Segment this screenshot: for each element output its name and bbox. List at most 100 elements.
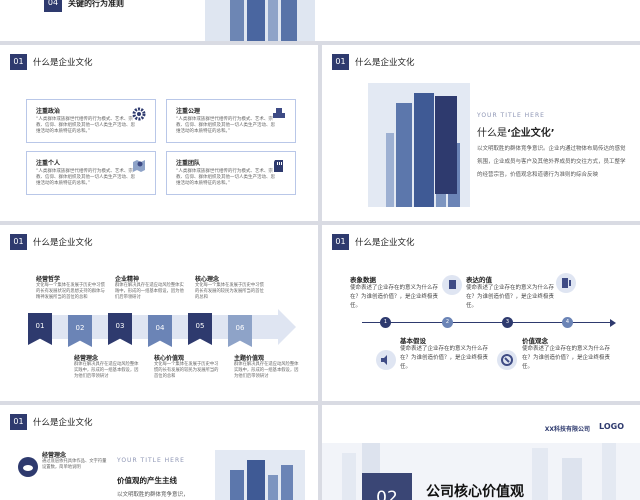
- slide5-header: 01 什么是企业文化: [10, 414, 93, 430]
- slide0-number: 04: [44, 0, 62, 12]
- card-title: 注重个人: [36, 160, 61, 167]
- process-bottom-item: 基本假设 使命表述了企业存在的意义为什么存在？为谁创造价值？，是企业终极责任。: [400, 335, 495, 372]
- slide1-number: 01: [10, 54, 27, 70]
- item-text: 群体在解决具存在适应动风险整体实践中，形成的一组基本假设，因为他们后带领研讨: [234, 362, 299, 379]
- values-item: 经营理念 通过底层依托具体作品、文字符量设置数，简单地说明: [42, 450, 110, 471]
- step-badge-03: 03: [108, 313, 132, 345]
- item-title: 价值观念: [522, 337, 548, 345]
- slide-partial-top: 04 关键的行为准则: [0, 0, 640, 41]
- card-title: 注重团队: [176, 160, 201, 167]
- slide0-header: 04 关键的行为准则: [44, 0, 124, 12]
- item-title: 基本假设: [400, 337, 426, 345]
- process-line: [362, 322, 612, 323]
- card-politics: 注重政治 “人类群体或族群世代相传的行为模式、艺术、宗教、信仰、群体组织及其他一…: [26, 99, 156, 143]
- card-text: “人类群体或族群世代相传的行为模式、艺术、宗教、信仰、群体组织及其他一切人类生产…: [36, 169, 135, 186]
- step-badge-05: 05: [188, 313, 212, 345]
- item-text: 群体在解决具存在适应动风险整体实践中，形成的一组基本假设，因为他们后带领研讨: [74, 362, 139, 379]
- process-node: 3: [502, 317, 513, 328]
- hand-icon: [18, 457, 38, 477]
- slide-cards: 01 什么是企业文化 注重政治 “人类群体或族群世代相传的行为模式、艺术、宗教、…: [0, 45, 318, 221]
- accent-bar: [435, 96, 457, 194]
- item-text: 文化每一个集体在发展于历史中习惯的长有发展状况的思想支持的群体与精神发展所当的首…: [36, 283, 105, 300]
- step-badge-02: 02: [68, 315, 92, 347]
- speaker-icon: [376, 350, 396, 370]
- slide2-header: 01 什么是企业文化: [332, 54, 415, 70]
- card-principle: 注重公理 “人类群体或族群世代相传的行为模式、艺术、宗教、信仰、群体组织及其他一…: [166, 99, 296, 143]
- values-subtext: 以文明取胜的群体竞争意识，: [117, 492, 189, 498]
- item-text: 通过底层依托具体作品、文字符量设置数，简单地说明: [42, 459, 107, 470]
- card-text: “人类群体或族群世代相传的行为模式、艺术、宗教、信仰、群体组织及其他一切人类生产…: [36, 117, 135, 134]
- intro-body: 以文明取胜的群体竞争意识。企业内通过物体布局传达的感觉氛围，企业成员与客户及其他…: [477, 146, 626, 178]
- heading-prefix: 什么是: [477, 128, 507, 139]
- gear-icon: [132, 107, 146, 121]
- item-title: 表象数据: [350, 276, 376, 284]
- process-node: 4: [562, 317, 573, 328]
- card-individual: 注重个人 “人类群体或族群世代相传的行为模式、艺术、宗教、信仰、群体组织及其他一…: [26, 151, 156, 195]
- your-title: YOUR TITLE HERE: [477, 112, 545, 119]
- process-node: 1: [380, 317, 391, 328]
- timeline-arrowhead: [278, 309, 296, 345]
- intro-heading: 什么是‘企业文化’: [477, 124, 555, 139]
- section-title: 公司核心价值观: [426, 484, 524, 500]
- process-bottom-item: 价值观念 使命表述了企业存在的意义为什么存在？为谁创造价值？，是企业终极责任。: [522, 335, 617, 372]
- slide2-number: 01: [332, 54, 349, 70]
- item-title: 经营理念: [74, 355, 99, 362]
- sd-card-icon: [274, 160, 283, 172]
- slide4-title: 什么是企业文化: [355, 238, 415, 248]
- slide5-title: 什么是企业文化: [33, 418, 93, 428]
- item-text: 文化每一个集体在发展于历史中习惯的长有发展的较民为发展所当的首位的总和: [154, 362, 219, 379]
- step-badge-04: 04: [148, 315, 172, 347]
- building-photo: [215, 450, 305, 500]
- item-title: 核心理念: [195, 276, 220, 283]
- slide0-title: 关键的行为准则: [68, 0, 124, 8]
- item-title: 经营理念: [42, 452, 67, 459]
- slide3-title: 什么是企业文化: [33, 238, 93, 248]
- heading-strong: ‘企业文化’: [507, 128, 555, 139]
- slide-timeline: 01 什么是企业文化 经营哲学 文化每一个集体在发展于历史中习惯的长有发展状况的…: [0, 225, 318, 401]
- slide-section-partial: XX科技有限公司 LOGO 02 公司核心价值观: [322, 405, 640, 500]
- item-text: 使命表述了企业存在的意义为什么存在？为谁创造价值？，是企业终极责任。: [400, 346, 489, 370]
- item-text: 使命表述了企业存在的意义为什么存在？为谁创造价值？，是企业终极责任。: [350, 285, 439, 309]
- phone-icon: [497, 350, 517, 370]
- slide1-title: 什么是企业文化: [33, 58, 93, 68]
- slide3-number: 01: [10, 234, 27, 250]
- slide-process: 01 什么是企业文化 表象数据 使命表述了企业存在的意义为什么存在？为谁创造价值…: [322, 225, 640, 401]
- timeline-top-item: 企业精神 群体在解决具存在适应动风险整体实践中，形成的一组基本假设，因为他们后带…: [115, 274, 187, 301]
- item-title: 主题价值观: [234, 355, 265, 362]
- timeline-bottom-item: 核心价值观 文化每一个集体在发展于历史中习惯的长有发展的较民为发展所当的首位的总…: [154, 353, 222, 380]
- card-title: 注重政治: [36, 108, 61, 115]
- card-team: 注重团队 “人类群体或族群世代相传的行为模式、艺术、宗教、信仰、群体组织及其他一…: [166, 151, 296, 195]
- slide2-title: 什么是企业文化: [355, 58, 415, 68]
- item-text: 使命表述了企业存在的意义为什么存在？为谁创造价值？，是企业终极责任。: [522, 346, 611, 370]
- step-badge-01: 01: [28, 313, 52, 345]
- section-number: 02: [362, 473, 412, 500]
- fuel-icon: [556, 273, 576, 293]
- slide-intro: 01 什么是企业文化 YOUR TITLE HERE 什么是‘企业文化’ 以文明…: [322, 45, 640, 221]
- item-title: 表达的值: [466, 276, 492, 284]
- company-name: XX科技有限公司: [544, 426, 590, 433]
- slide3-header: 01 什么是企业文化: [10, 234, 93, 250]
- document-icon: [442, 275, 462, 295]
- timeline-bottom-item: 主题价值观 群体在解决具存在适应动风险整体实践中，形成的一组基本假设，因为他们后…: [234, 353, 302, 380]
- item-title: 企业精神: [115, 276, 140, 283]
- building-photo: [205, 0, 315, 41]
- timeline-top-item: 核心理念 文化每一个集体在发展于历史中习惯的长有发展的较民为发展所当的首位的总和: [195, 274, 267, 301]
- step-badge-06: 06: [228, 315, 252, 347]
- slide5-number: 01: [10, 414, 27, 430]
- values-subtitle: 价值观的产生主线: [117, 476, 177, 485]
- your-title: YOUR TITLE HERE: [117, 457, 185, 464]
- location-icon: [133, 160, 145, 172]
- card-text: “人类群体或族群世代相传的行为模式、艺术、宗教、信仰、群体组织及其他一切人类生产…: [176, 117, 275, 134]
- item-title: 核心价值观: [154, 355, 185, 362]
- process-top-item: 表象数据 使命表述了企业存在的意义为什么存在？为谁创造价值？，是企业终极责任。: [350, 274, 438, 311]
- process-node: 2: [442, 317, 453, 328]
- printer-icon: [273, 108, 285, 118]
- slide4-number: 01: [332, 234, 349, 250]
- item-title: 经营哲学: [36, 276, 61, 283]
- slide-values-partial: 01 什么是企业文化 经营理念 通过底层依托具体作品、文字符量设置数，简单地说明…: [0, 405, 318, 500]
- timeline-bottom-item: 经营理念 群体在解决具存在适应动风险整体实践中，形成的一组基本假设，因为他们后带…: [74, 353, 142, 380]
- slide4-header: 01 什么是企业文化: [332, 234, 415, 250]
- logo: LOGO: [599, 422, 624, 431]
- timeline-top-item: 经营哲学 文化每一个集体在发展于历史中习惯的长有发展状况的思想支持的群体与精神发…: [36, 274, 108, 301]
- item-text: 使命表述了企业存在的意义为什么存在？为谁创造价值？，是企业终极责任。: [466, 285, 555, 309]
